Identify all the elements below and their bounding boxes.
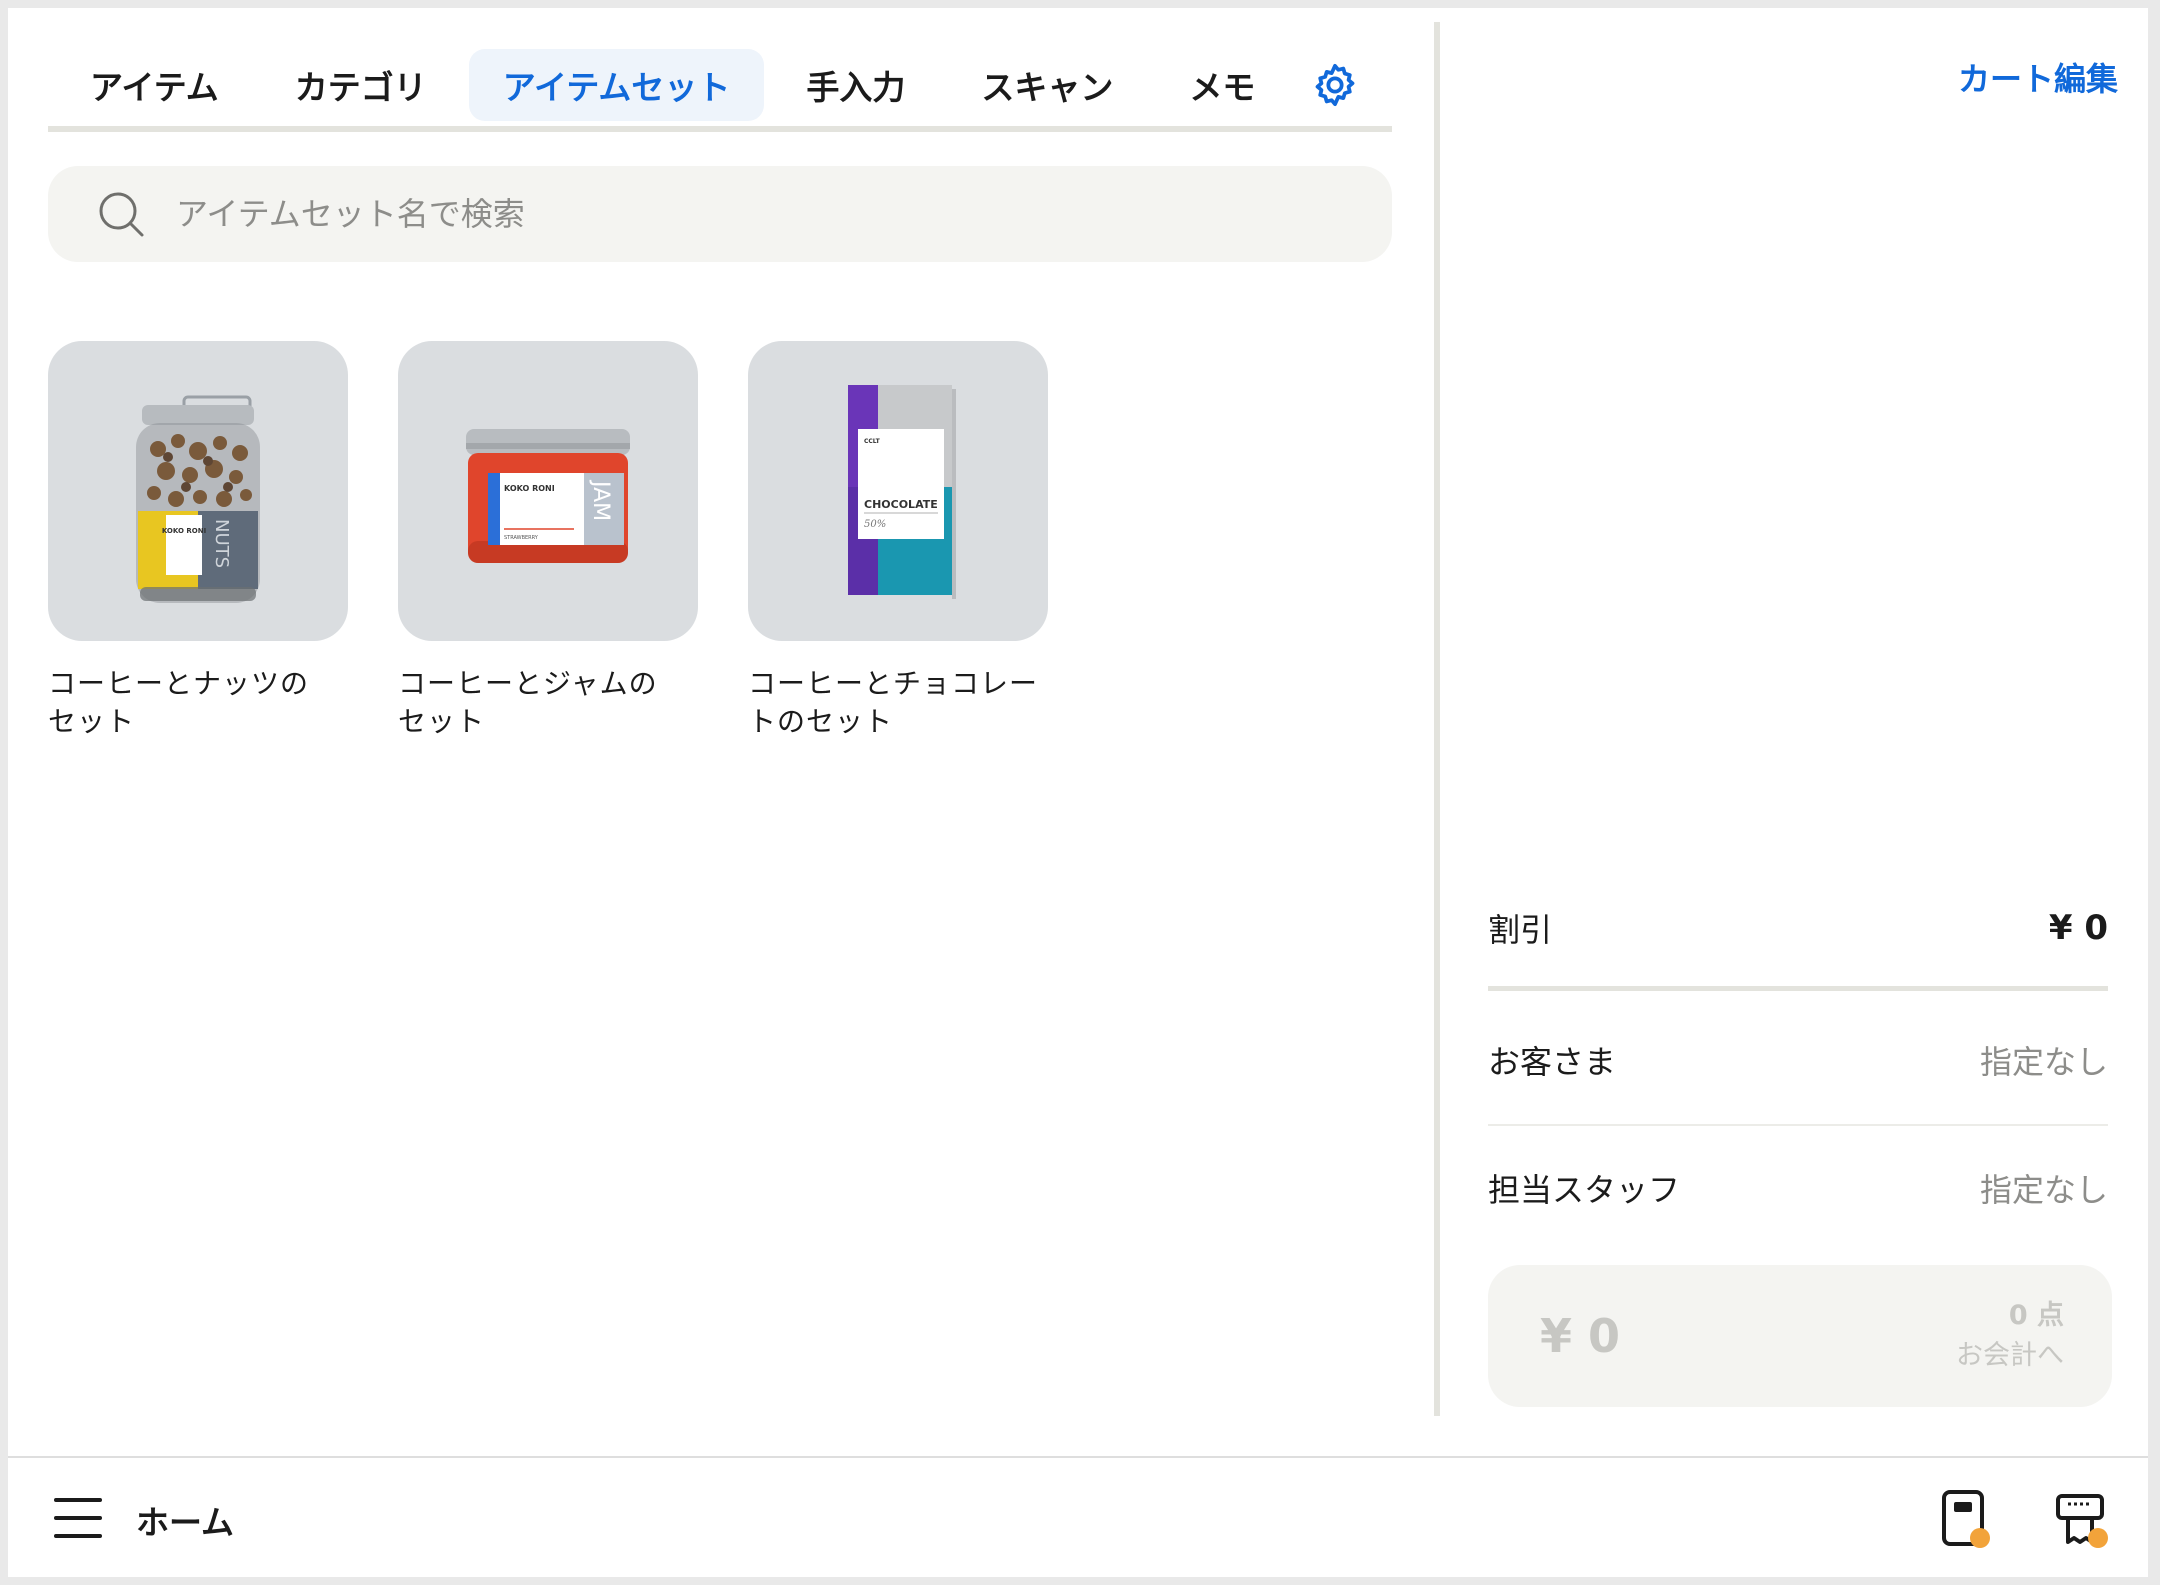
discount-value: ¥ 0 (2048, 908, 2108, 948)
tab-bar: アイテム カテゴリ アイテムセット 手入力 スキャン メモ (48, 40, 1392, 130)
card-reader-button[interactable] (1938, 1488, 1998, 1552)
item-set-card[interactable]: KOKO RONI NUTS コーヒーとナッツの セット (48, 341, 348, 741)
item-set-title-line: コーヒーとナッツの (48, 667, 310, 700)
item-set-image: CCLT CHOCOLATE 50% (748, 341, 1048, 641)
customer-label: お客さま (1488, 1043, 1617, 1081)
item-set-title-line: セット (398, 705, 486, 738)
discount-row[interactable]: 割引 ¥ 0 (1488, 888, 2108, 968)
jam-name-label: JAM (588, 479, 613, 521)
receipt-printer-button[interactable] (2054, 1488, 2114, 1552)
item-set-card[interactable]: CCLT CHOCOLATE 50% コーヒーとチョコレー トのセット (748, 341, 1048, 741)
bottom-bar: ホーム (8, 1456, 2148, 1577)
choc-brand-label: CCLT (864, 438, 881, 445)
tab-items[interactable]: アイテム (90, 49, 253, 121)
item-set-title-line: コーヒーとチョコレー (748, 667, 1039, 700)
staff-value: 指定なし (1979, 1171, 2108, 1209)
gear-icon (1316, 63, 1355, 107)
nuts-name-label: NUTS (211, 519, 232, 568)
card-reader-icon (1942, 1490, 1990, 1548)
tab-manual-input[interactable]: 手入力 (772, 49, 939, 121)
tab-memo[interactable]: メモ (1155, 49, 1289, 121)
discount-label: 割引 (1488, 911, 1553, 949)
item-browser: アイテム カテゴリ アイテムセット 手入力 スキャン メモ アイテムセット名で検… (8, 8, 1438, 1456)
tab-item-sets[interactable]: アイテムセット (468, 49, 765, 121)
item-set-title: コーヒーとチョコレー トのセット (748, 665, 1048, 741)
cart-edit-button[interactable]: カート編集 (1958, 54, 2118, 100)
menu-button[interactable] (52, 1494, 104, 1542)
checkout-info: 0 点 お会計へ (1956, 1296, 2064, 1376)
checkout-button[interactable]: ¥ 0 0 点 お会計へ (1488, 1265, 2112, 1407)
cart-total: ¥ 0 (1540, 1309, 1621, 1363)
item-set-title-line: コーヒーとジャムの (398, 667, 658, 700)
jam-jar-image: KOKO RONI STRAWBERRY JAM (466, 429, 630, 563)
item-set-title: コーヒーとナッツの セット (48, 665, 348, 741)
search-input[interactable] (174, 194, 1278, 234)
tab-divider (48, 126, 1392, 132)
home-label: ホーム (136, 1503, 235, 1542)
hamburger-menu-icon (54, 1498, 102, 1538)
checkout-label: お会計へ (1956, 1340, 2064, 1371)
staff-label: 担当スタッフ (1488, 1171, 1681, 1209)
discount-divider (1488, 986, 2108, 991)
choc-name-label: CHOCOLATE (864, 498, 938, 511)
cart-pane: カート編集 割引 ¥ 0 お客さま 指定なし 担当スタッフ 指定なし ¥ 0 0… (1440, 8, 2148, 1456)
item-set-grid: KOKO RONI NUTS コーヒーとナッツの セット KOKO RONI S… (48, 341, 1048, 741)
choc-percent-label: 50% (864, 519, 886, 530)
item-set-image: KOKO RONI NUTS (48, 341, 348, 641)
app-frame: アイテム カテゴリ アイテムセット 手入力 スキャン メモ アイテムセット名で検… (8, 8, 2148, 1577)
tab-categories[interactable]: カテゴリ (261, 49, 461, 121)
jam-brand-label: KOKO RONI (504, 484, 555, 493)
item-set-image: KOKO RONI STRAWBERRY JAM (398, 341, 698, 641)
customer-row[interactable]: お客さま 指定なし (1488, 1010, 2108, 1110)
item-set-title-line: セット (48, 705, 136, 738)
staff-row[interactable]: 担当スタッフ 指定なし (1488, 1138, 2108, 1238)
jam-flavor-label: STRAWBERRY (504, 535, 539, 541)
item-set-title-line: トのセット (748, 705, 894, 738)
tab-scan[interactable]: スキャン (947, 49, 1147, 121)
settings-button[interactable] (1299, 49, 1371, 121)
row-divider (1488, 1124, 2108, 1126)
receipt-printer-icon (2056, 1494, 2108, 1548)
customer-value: 指定なし (1979, 1043, 2108, 1081)
nuts-brand-label: KOKO RONI (162, 527, 206, 535)
item-count: 0 点 (2008, 1300, 2064, 1331)
search-bar[interactable] (48, 166, 1392, 262)
search-icon (99, 192, 144, 237)
nuts-jar-image: KOKO RONI NUTS (136, 395, 260, 603)
item-set-title: コーヒーとジャムの セット (398, 665, 698, 741)
item-set-card[interactable]: KOKO RONI STRAWBERRY JAM コーヒーとジャムの セット (398, 341, 698, 741)
chocolate-bar-image: CCLT CHOCOLATE 50% (848, 385, 956, 599)
